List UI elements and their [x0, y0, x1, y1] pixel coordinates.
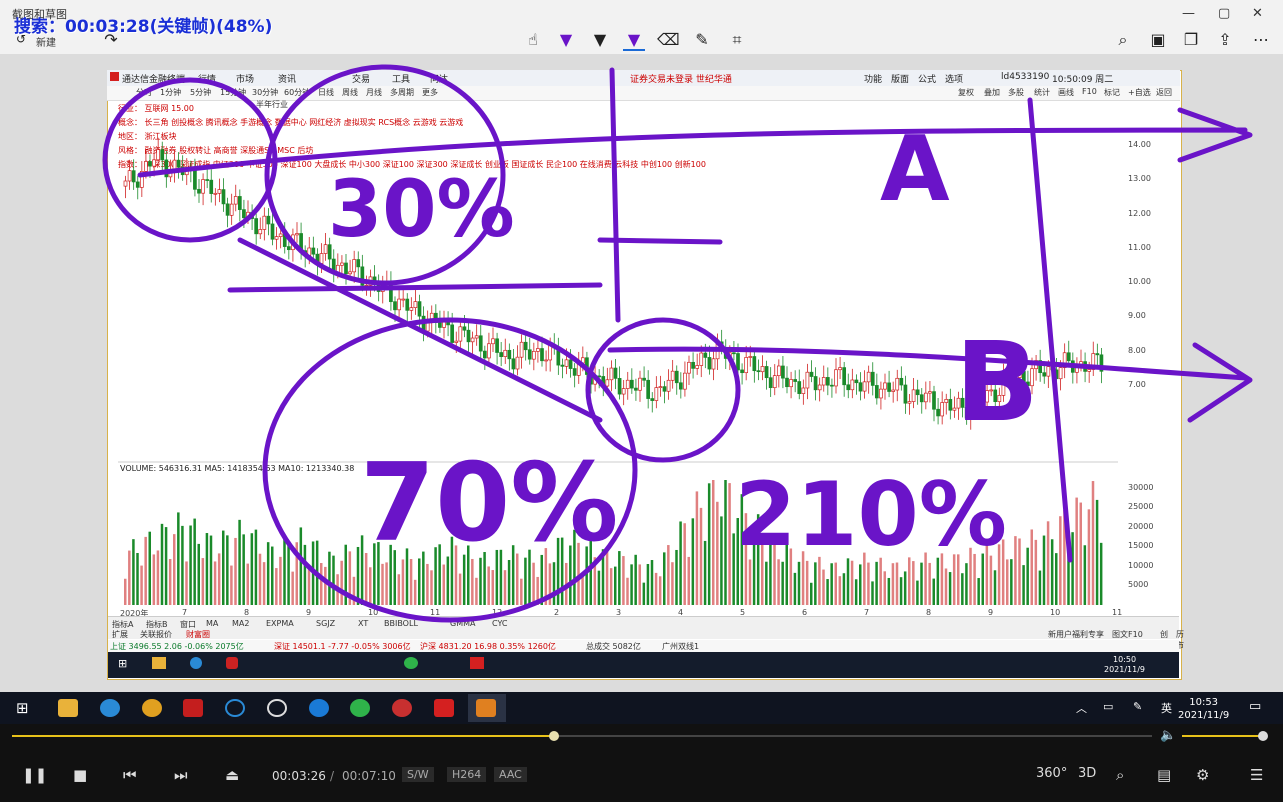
file-explorer-icon[interactable] [58, 699, 78, 717]
chrome-icon[interactable] [267, 699, 287, 717]
ink-arrow-top [137, 107, 1253, 178]
stop-icon[interactable]: ■ [73, 766, 87, 784]
ink-circle-4 [585, 317, 741, 463]
settings-icon[interactable]: ⚙ [1196, 766, 1209, 784]
menu-icon[interactable]: ☰ [1250, 766, 1263, 784]
badge-sw[interactable]: S/W [402, 767, 434, 782]
eject-icon[interactable]: ⏏ [225, 766, 239, 784]
tray-network-icon[interactable]: ▭ [1103, 700, 1113, 713]
3d-button[interactable]: 3D [1078, 766, 1096, 781]
clock-time: 10:53 [1189, 697, 1219, 708]
player-app-icon[interactable] [476, 699, 496, 717]
next-icon[interactable]: ⏭ [174, 766, 188, 784]
wechat-icon[interactable] [350, 699, 370, 717]
vr360-button[interactable]: 360° [1036, 766, 1067, 781]
start-icon[interactable]: ⊞ [16, 699, 29, 717]
volume-icon[interactable]: 🔈 [1160, 728, 1176, 743]
clock-date: 2021/11/9 [1178, 710, 1230, 721]
stock-app-icon[interactable] [183, 699, 203, 717]
ink-text-a: A [880, 117, 950, 222]
ink-text-30: 30% [328, 165, 515, 255]
ink-text-70: 70% [360, 441, 619, 566]
playlist-icon[interactable]: ▤ [1157, 766, 1171, 784]
taskbar-clock[interactable]: 10:53 2021/11/9 [1178, 696, 1229, 722]
ink-circle-1 [102, 77, 278, 243]
tdx-icon[interactable] [434, 699, 454, 717]
volume-slider[interactable] [1182, 735, 1262, 737]
badge-aac[interactable]: AAC [494, 767, 527, 782]
browser-icon[interactable] [100, 699, 120, 717]
search-icon[interactable] [225, 699, 245, 717]
volume-handle[interactable] [1258, 731, 1268, 741]
previous-icon[interactable]: ⏮ [123, 766, 137, 784]
ink-text-210: 210% [735, 463, 1007, 566]
qq-icon[interactable] [142, 699, 162, 717]
pause-icon[interactable]: ❚❚ [22, 766, 47, 784]
total-time: 00:07:10 [342, 769, 396, 783]
edge-icon[interactable] [309, 699, 329, 717]
tray-pen-icon[interactable]: ✎ [1133, 700, 1142, 713]
ime-indicator[interactable]: 英 [1161, 700, 1172, 716]
notification-icon[interactable]: ▭ [1249, 699, 1261, 714]
current-time: 00:03:26 [272, 769, 326, 783]
seek-progress [12, 735, 554, 737]
ink-overlay: 30% 70% 210% A B [102, 64, 1253, 623]
cards-icon[interactable] [392, 699, 412, 717]
ink-text-b: B [955, 318, 1039, 446]
badge-h264[interactable]: H264 [447, 767, 487, 782]
ink-arrow-bottom [607, 342, 1253, 423]
seek-handle[interactable] [549, 731, 559, 741]
tray-chevron-icon[interactable]: ︿ [1076, 700, 1087, 716]
time-separator: / [330, 769, 335, 783]
search-video-icon[interactable]: ⌕ [1116, 766, 1124, 784]
